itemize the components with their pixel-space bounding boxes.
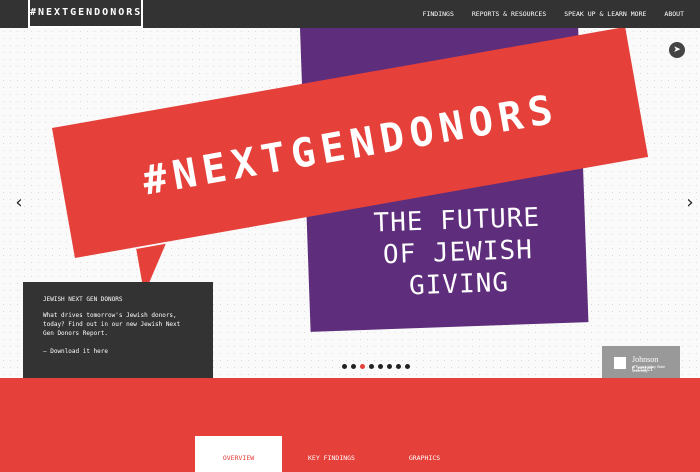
info-card-title: JEWISH NEXT GEN DONORS (43, 296, 123, 303)
nav-item-findings[interactable]: FINDINGS (423, 10, 454, 18)
site-logo-text: #NEXTGENDONORS (30, 7, 143, 18)
carousel-dot[interactable] (396, 364, 401, 369)
section-band: OVERVIEW KEY FINDINGS GRAPHICS (0, 378, 700, 472)
top-navigation-bar: #NEXTGENDONORS FINDINGS REPORTS & RESOUR… (0, 0, 700, 28)
carousel-dot[interactable] (351, 364, 356, 369)
carousel-dot[interactable] (369, 364, 374, 369)
carousel-dot[interactable] (342, 364, 347, 369)
tab-graphics[interactable]: GRAPHICS (381, 436, 468, 472)
carousel-dot[interactable] (360, 364, 365, 369)
hero-subtitle-line-3: GIVING (408, 267, 510, 302)
nav-item-reports-resources[interactable]: REPORTS & RESOURCES (472, 10, 546, 18)
carousel-dot[interactable] (378, 364, 383, 369)
share-icon[interactable]: ➤ (669, 42, 685, 58)
nav-item-about[interactable]: ABOUT (664, 10, 684, 18)
carousel-dots (342, 364, 414, 369)
info-card-description: What drives tomorrow's Jewish donors, to… (43, 312, 181, 337)
hero-subtitle: THE FUTURE OF JEWISH GIVING (346, 201, 569, 305)
partner-logo-mark (614, 357, 626, 369)
tab-overview[interactable]: OVERVIEW (195, 436, 282, 472)
carousel-next-arrow-icon[interactable]: › (680, 192, 700, 213)
hero-carousel: THE FUTURE OF JEWISH GIVING #NEXTGENDONO… (0, 28, 700, 378)
carousel-dot[interactable] (387, 364, 392, 369)
tab-key-findings[interactable]: KEY FINDINGS (288, 436, 375, 472)
main-nav: FINDINGS REPORTS & RESOURCES SPEAK UP & … (405, 0, 684, 28)
carousel-dot[interactable] (405, 364, 410, 369)
carousel-prev-arrow-icon[interactable]: ‹ (9, 192, 29, 213)
partner-subtitle: at Grand Valley State University (632, 365, 666, 373)
section-tabs: OVERVIEW KEY FINDINGS GRAPHICS (195, 436, 468, 472)
partner-logo[interactable]: Johnson Center at Grand Valley State Uni… (602, 346, 680, 378)
download-link[interactable]: — Download it here (43, 348, 193, 355)
info-card: JEWISH NEXT GEN DONORS What drives tomor… (23, 282, 213, 378)
site-logo[interactable]: #NEXTGENDONORS (28, 0, 143, 28)
nav-item-speak-up-learn-more[interactable]: SPEAK UP & LEARN MORE (564, 10, 646, 18)
